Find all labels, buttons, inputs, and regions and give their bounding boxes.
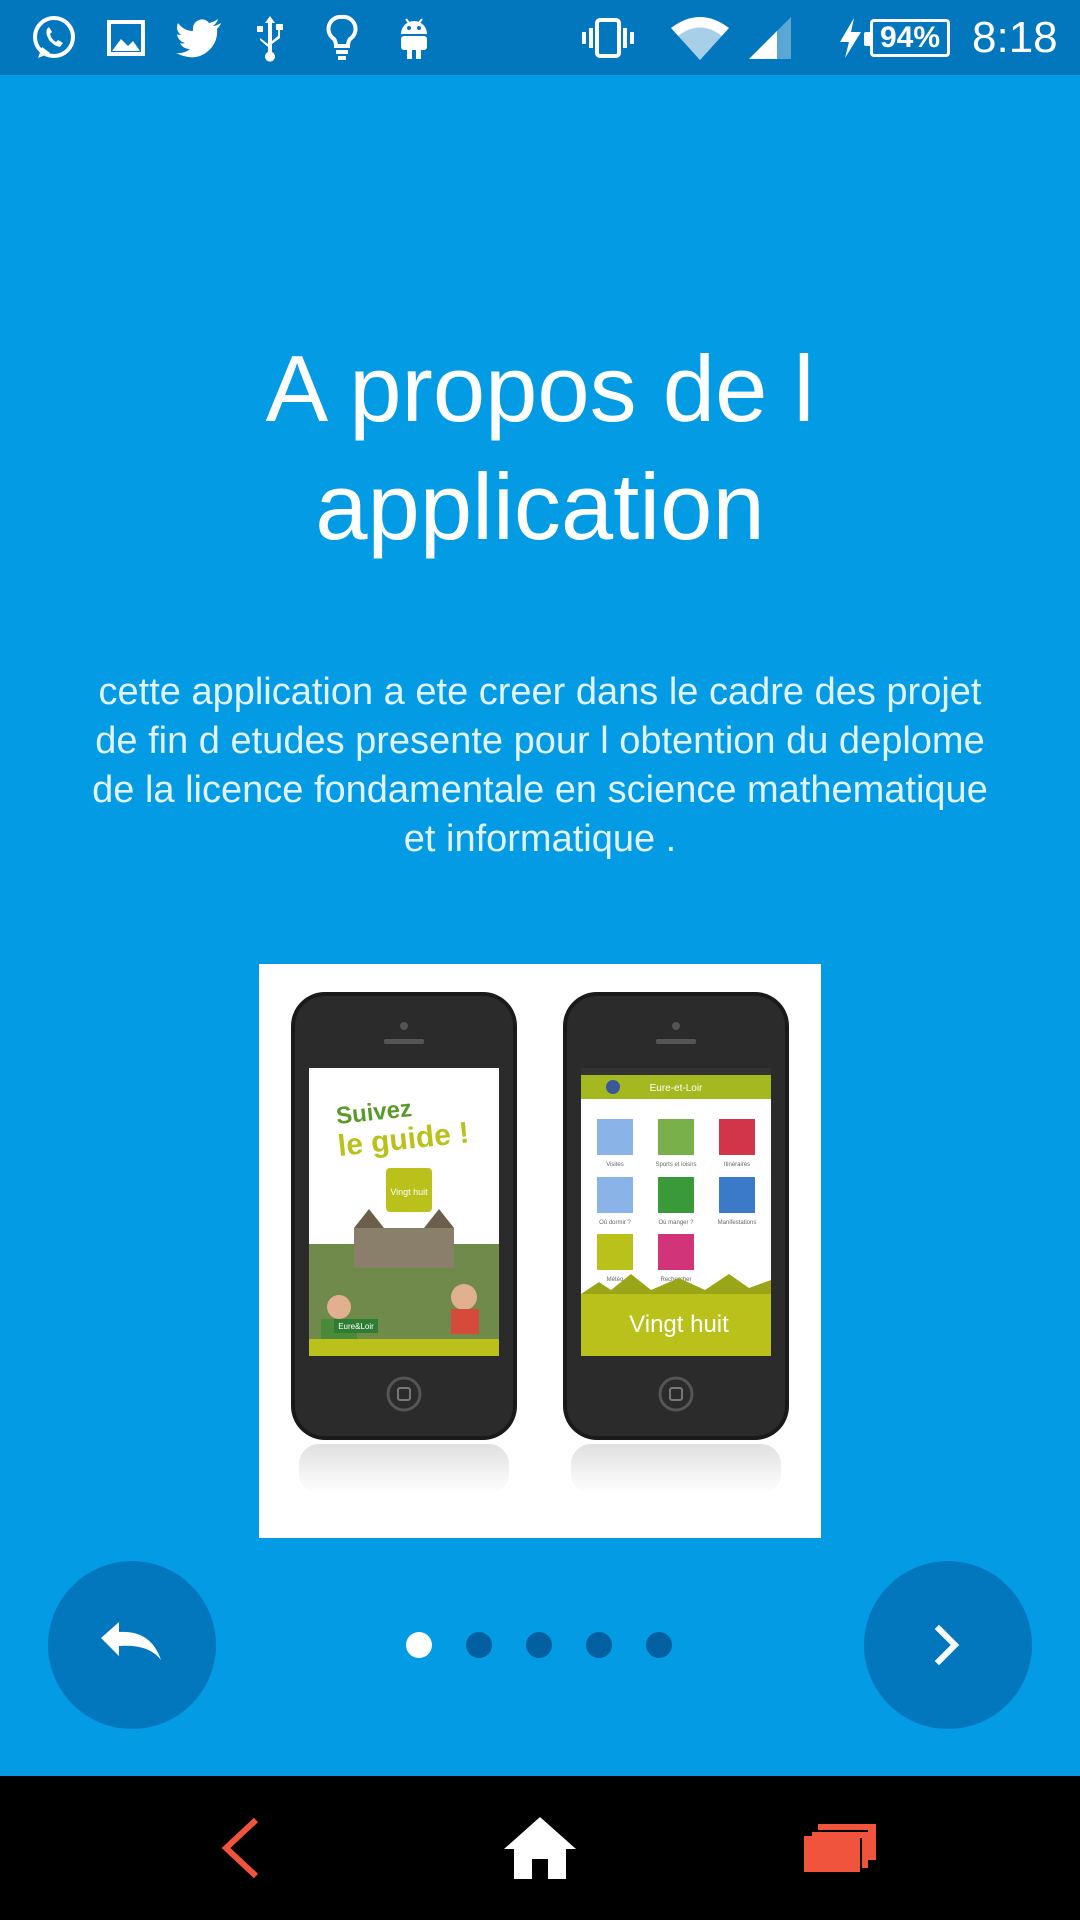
battery-level: 94% (864, 19, 950, 57)
gallery-icon (104, 10, 148, 66)
tile-label-4: Où dormir ? (599, 1220, 631, 1226)
lightbulb-icon (324, 10, 360, 66)
signal-icon (746, 10, 794, 66)
nav-home-button[interactable] (480, 1796, 600, 1900)
page-dot-1 (406, 1632, 432, 1658)
tile-label-1: Visites (606, 1162, 624, 1168)
undo-icon (101, 1622, 161, 1660)
app-preview-image: Suivez le guide ! Vingt huit Eure&Loir E… (259, 964, 821, 1538)
right-phone: Eure-et-Loir Visites Sports et loisirs I… (563, 992, 789, 1494)
intro-description: cette application a ete creer dans le ca… (92, 671, 988, 860)
tile-label-2: Sports et loisirs (655, 1162, 696, 1168)
title-line-2: application (315, 454, 765, 559)
whatsapp-icon (28, 10, 80, 66)
navigation-bar (0, 1776, 1080, 1920)
usb-icon (250, 10, 290, 66)
twitter-icon (174, 10, 224, 66)
android-icon (396, 10, 432, 66)
page-indicator (406, 1632, 672, 1658)
nav-back-button[interactable] (180, 1796, 300, 1900)
charging-icon (834, 10, 866, 66)
recents-icon (804, 1824, 876, 1874)
left-phone-badge: Vingt huit (390, 1187, 428, 1197)
page-dot-4 (586, 1632, 612, 1658)
tile-label-6: Manifestations (718, 1220, 757, 1226)
nav-recents-button[interactable] (780, 1796, 900, 1900)
left-phone-logo: Eure&Loir (338, 1322, 374, 1331)
right-phone-header: Eure-et-Loir (650, 1083, 703, 1094)
next-button[interactable] (864, 1561, 1032, 1729)
page-dot-5 (646, 1632, 672, 1658)
nav-back-icon (221, 1817, 259, 1879)
home-icon (504, 1817, 576, 1879)
undo-button[interactable] (48, 1561, 216, 1729)
tile-label-5: Où manger ? (658, 1220, 694, 1226)
left-phone: Suivez le guide ! Vingt huit Eure&Loir (291, 992, 517, 1494)
wifi-icon (668, 10, 732, 66)
page-dot-2 (466, 1632, 492, 1658)
page-title: A propos de l application (60, 330, 1020, 566)
chevron-right-icon (934, 1624, 960, 1666)
status-bar: 94% 8:18 (0, 0, 1080, 75)
tile-label-3: Itinéraires (724, 1162, 750, 1168)
vibrate-icon (580, 10, 636, 66)
status-clock: 8:18 (972, 13, 1058, 62)
page-dot-3 (526, 1632, 552, 1658)
title-line-1: A propos de l (265, 336, 815, 441)
right-phone-footer: Vingt huit (629, 1311, 729, 1338)
